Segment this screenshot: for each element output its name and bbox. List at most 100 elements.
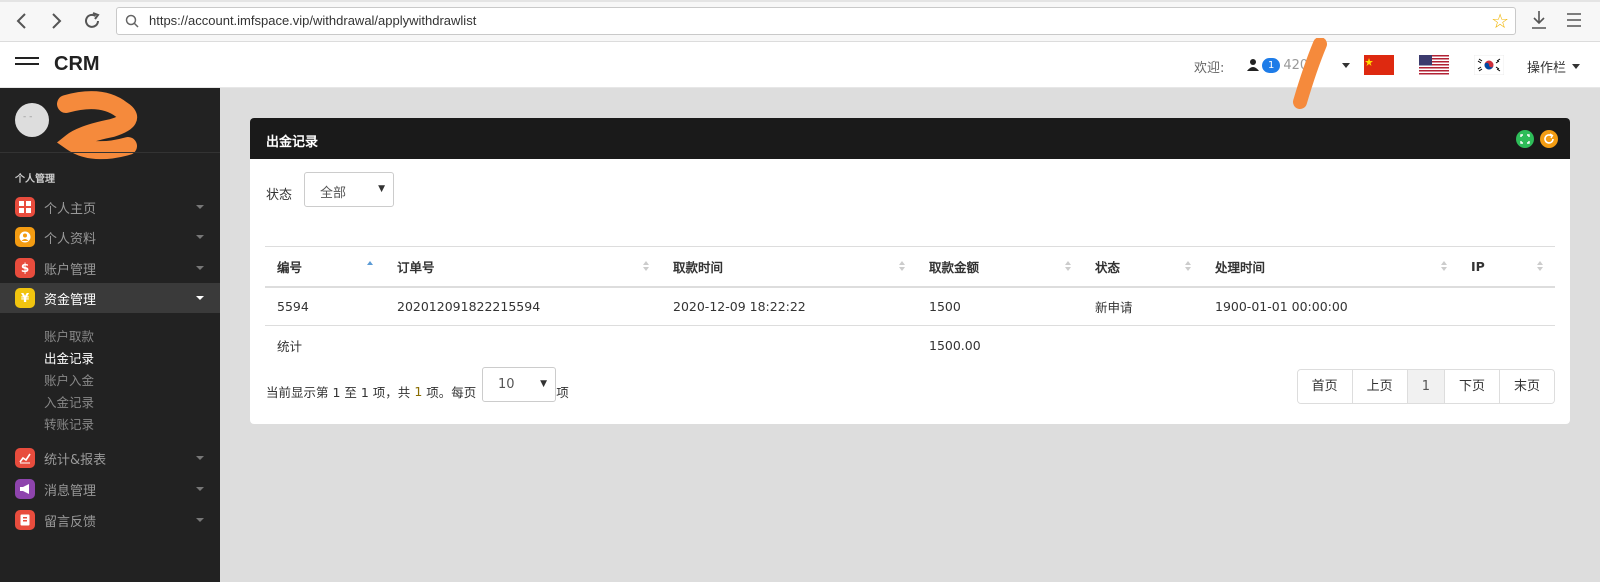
- sidebar-item-label: 个人资料: [44, 231, 97, 247]
- panel-header: 出金记录: [250, 118, 1570, 159]
- yen-icon: ¥: [15, 288, 35, 308]
- user-badge: 1: [1262, 57, 1281, 73]
- next-page-button[interactable]: 下页: [1443, 370, 1499, 403]
- column-header-order-no[interactable]: 订单号: [385, 246, 661, 288]
- status-filter-select[interactable]: 全部 ▼: [304, 172, 394, 207]
- sidebar-subitem-withdrawal-records[interactable]: 出金记录: [44, 348, 94, 367]
- column-header-withdraw-time[interactable]: 取款时间: [661, 246, 917, 288]
- sidebar-item-home[interactable]: 个人主页: [0, 192, 220, 222]
- cell-order-no: 202012091822215594: [385, 286, 661, 326]
- cell-ip: [1459, 286, 1555, 326]
- forward-button[interactable]: [44, 9, 68, 33]
- operations-menu[interactable]: 操作栏: [1527, 57, 1581, 76]
- fullscreen-icon[interactable]: [1516, 130, 1534, 148]
- note-icon: [15, 510, 35, 530]
- chevron-down-icon: ▼: [540, 379, 547, 389]
- sidebar-item-label: 个人主页: [44, 201, 97, 217]
- chevron-down-icon: [196, 487, 204, 491]
- column-header-amount[interactable]: 取款金额: [917, 246, 1083, 288]
- reload-button[interactable]: [80, 9, 104, 33]
- column-header-id[interactable]: 编号: [265, 246, 385, 288]
- sort-icon: [1185, 261, 1191, 273]
- redaction-scribble: [1293, 38, 1327, 109]
- forward-arrow-icon: [52, 13, 62, 29]
- sort-asc-icon: [367, 261, 373, 273]
- prev-page-button[interactable]: 上页: [1351, 370, 1407, 403]
- welcome-label: 欢迎:: [1194, 61, 1225, 76]
- page-size-value: 10: [498, 377, 515, 392]
- chevron-down-icon: [1572, 64, 1581, 69]
- cell-process-time: 1900-01-01 00:00:00: [1203, 286, 1459, 326]
- panel-title: 出金记录: [266, 135, 319, 150]
- last-page-button[interactable]: 末页: [1498, 370, 1554, 403]
- back-arrow-icon: [16, 13, 26, 29]
- reload-icon: [85, 12, 100, 28]
- status-filter-value: 全部: [320, 186, 347, 201]
- page-1-button[interactable]: 1: [1406, 370, 1444, 403]
- first-page-button[interactable]: 首页: [1297, 370, 1352, 403]
- chevron-down-icon: [196, 235, 204, 239]
- sidebar-item-messages[interactable]: 消息管理: [0, 474, 220, 504]
- sort-icon: [899, 261, 905, 273]
- bookmark-star-icon[interactable]: ☆: [1491, 9, 1509, 33]
- column-header-process-time[interactable]: 处理时间: [1203, 246, 1459, 288]
- avatar[interactable]: [15, 103, 49, 137]
- cell-amount: 1500: [917, 286, 1083, 326]
- page-size-select[interactable]: 10 ▼: [482, 367, 556, 402]
- sidebar-section-title: 个人管理: [15, 174, 55, 185]
- total-count: 1: [414, 384, 423, 399]
- url-text: https://account.imfspace.vip/withdrawal/…: [149, 13, 477, 28]
- sidebar-item-label: 消息管理: [44, 483, 97, 499]
- back-button[interactable]: [10, 9, 34, 33]
- sidebar-item-label: 统计&报表: [44, 452, 107, 468]
- download-icon[interactable]: [1530, 9, 1548, 36]
- sort-icon: [643, 261, 649, 273]
- cell-status: 新申请: [1083, 286, 1203, 326]
- cell-withdraw-time: 2020-12-09 18:22:22: [661, 286, 917, 326]
- tab-strip: [0, 0, 1600, 2]
- sidebar-subitem-deposit-records[interactable]: 入金记录: [44, 392, 94, 411]
- sidebar-item-reports[interactable]: 统计&报表: [0, 443, 220, 473]
- sidebar-item-label: 账户管理: [44, 262, 97, 278]
- refresh-icon[interactable]: [1540, 130, 1558, 148]
- table-row: 5594 202012091822215594 2020-12-09 18:22…: [265, 286, 1555, 326]
- chevron-down-icon: [196, 266, 204, 270]
- chevron-down-icon: [1342, 62, 1351, 68]
- china-flag-icon[interactable]: [1364, 55, 1394, 75]
- summary-row: 统计 1500.00: [265, 326, 1555, 365]
- sort-icon: [1065, 261, 1071, 273]
- withdrawal-records-panel: 出金记录 状态 全部 ▼ 编号 订单号 取款时间 取款金额 状态 处理时间 IP…: [250, 118, 1570, 424]
- operations-label: 操作栏: [1527, 61, 1567, 76]
- pagination: 首页 上页 1 下页 末页: [1296, 369, 1555, 404]
- column-header-ip[interactable]: IP: [1459, 246, 1555, 288]
- withdrawal-table: 编号 订单号 取款时间 取款金额 状态 处理时间 IP 5594 2020120…: [265, 246, 1555, 365]
- sidebar-item-funds[interactable]: ¥ 资金管理: [0, 283, 220, 313]
- chevron-down-icon: ▼: [378, 184, 385, 194]
- cell-id: 5594: [265, 286, 385, 326]
- column-header-status[interactable]: 状态: [1083, 246, 1203, 288]
- sidebar-divider: [0, 152, 220, 153]
- app-header: CRM 欢迎: 1 420 操作栏: [0, 42, 1600, 88]
- address-bar[interactable]: https://account.imfspace.vip/withdrawal/…: [116, 7, 1516, 35]
- chevron-down-icon: [196, 518, 204, 522]
- dollar-icon: $: [15, 258, 35, 278]
- browser-menu-icon[interactable]: [1565, 9, 1583, 36]
- usa-flag-icon[interactable]: [1419, 55, 1449, 75]
- sort-icon: [1441, 261, 1447, 273]
- hamburger-menu-icon[interactable]: [15, 57, 39, 71]
- user-circle-icon: [15, 227, 35, 247]
- korea-flag-icon[interactable]: [1474, 55, 1504, 75]
- chart-icon: [15, 448, 35, 468]
- brand-logo[interactable]: CRM: [54, 53, 100, 76]
- sort-icon: [1537, 261, 1543, 273]
- sidebar-item-label: 留言反馈: [44, 514, 97, 530]
- sidebar-subitem-deposit[interactable]: 账户入金: [44, 370, 94, 389]
- sidebar-item-profile[interactable]: 个人资料: [0, 222, 220, 252]
- sidebar: 个人管理 个人主页 个人资料 $ 账户管理 ¥ 资金管理 账户取款 出金记录 账…: [0, 88, 220, 582]
- sidebar-subitem-transfer-records[interactable]: 转账记录: [44, 414, 94, 433]
- megaphone-icon: [15, 479, 35, 499]
- sidebar-item-feedback[interactable]: 留言反馈: [0, 505, 220, 535]
- sidebar-subitem-withdraw[interactable]: 账户取款: [44, 326, 94, 345]
- sidebar-item-accounts[interactable]: $ 账户管理: [0, 253, 220, 283]
- sidebar-item-label: 资金管理: [44, 292, 97, 308]
